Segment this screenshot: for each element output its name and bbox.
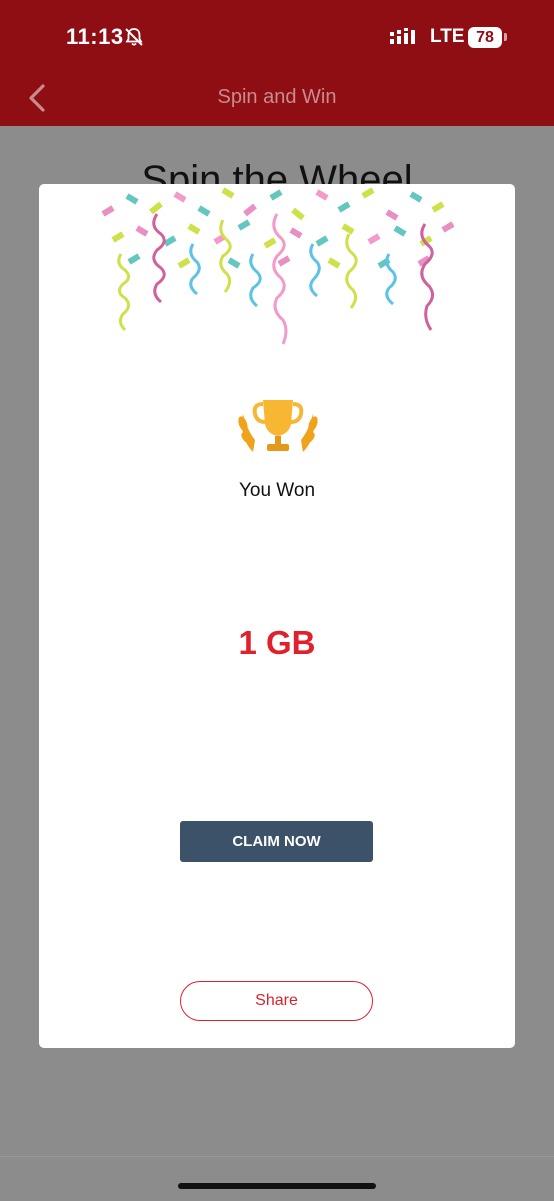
claim-now-button[interactable]: CLAIM NOW [180,821,373,862]
you-won-label: You Won [238,480,316,501]
bottom-bar [0,1156,554,1201]
status-time: 11:13 [66,24,124,49]
network-label: LTE [430,26,465,47]
trophy-icon [238,400,318,452]
confetti-decoration [101,187,455,345]
app-header: 11:13 LTE 78 Spin and Win [0,0,554,126]
battery-tip [504,33,507,41]
bell-slash-icon [125,28,143,46]
nav-title: Spin and Win [217,86,337,108]
signal-icon [390,28,415,44]
home-indicator[interactable] [178,1183,376,1189]
prize-value: 1 GB [238,624,316,661]
battery-level: 78 [468,27,502,48]
share-button[interactable]: Share [180,981,373,1021]
win-modal: You Won 1 GB CLAIM NOW Share [39,184,515,1048]
